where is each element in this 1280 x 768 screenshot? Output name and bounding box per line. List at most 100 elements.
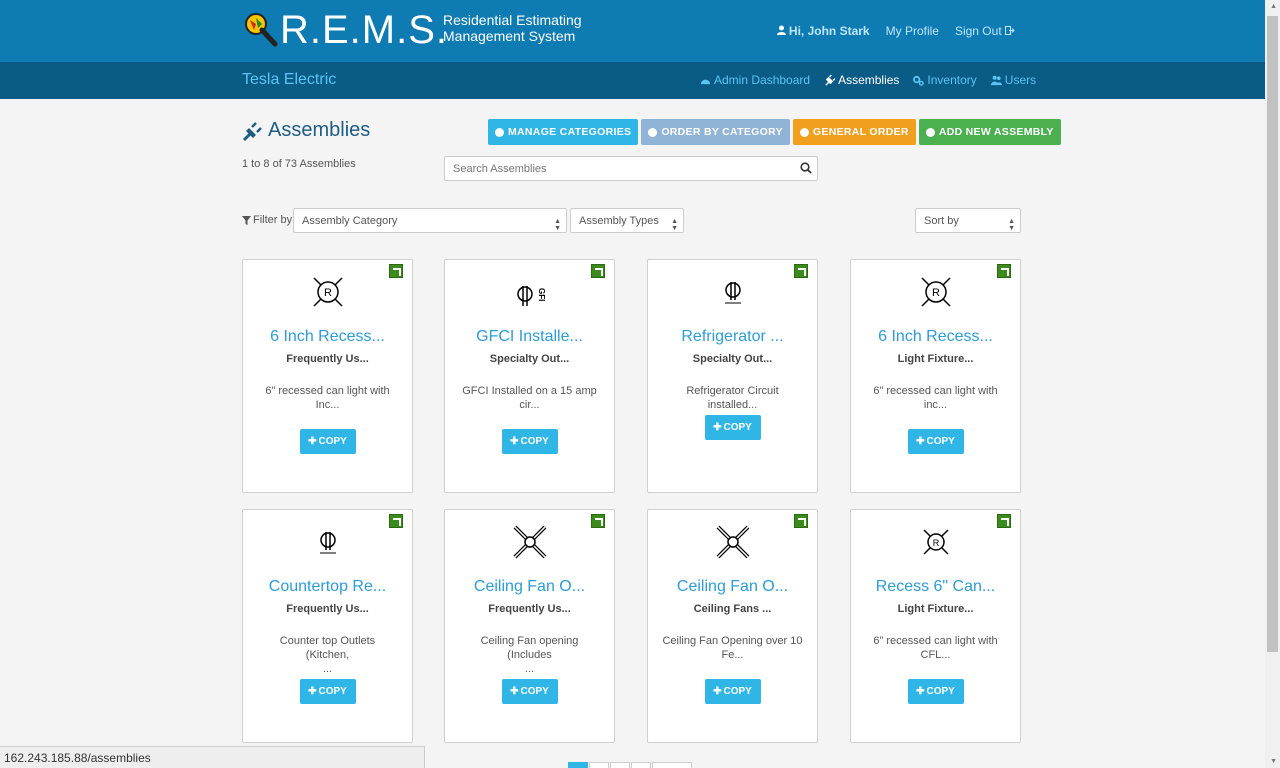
assembly-card[interactable]: Countertop Re... Frequently Us... Counte… bbox=[242, 509, 413, 743]
user-greeting[interactable]: Hi, John Stark bbox=[776, 24, 870, 38]
plus-circle-icon bbox=[925, 127, 935, 137]
svg-text:R: R bbox=[932, 538, 939, 548]
sign-out-label: Sign Out bbox=[954, 24, 1002, 38]
assembly-card[interactable]: R Recess 6" Can... Light Fixture... 6" r… bbox=[850, 509, 1021, 743]
svg-text:R: R bbox=[324, 287, 332, 299]
open-link-icon[interactable] bbox=[997, 514, 1011, 528]
dedicated-outlet-icon bbox=[724, 282, 741, 304]
open-link-icon[interactable] bbox=[997, 264, 1011, 278]
page-title: Assemblies bbox=[268, 119, 371, 141]
button-label: MANAGE CATEGORIES bbox=[508, 126, 632, 138]
manage-categories-button[interactable]: MANAGE CATEGORIES bbox=[488, 119, 639, 145]
copy-button[interactable]: ✚ COPY bbox=[704, 415, 761, 440]
dropdown-caret-icon: ▲ ▼ bbox=[671, 218, 678, 232]
plus-icon: ✚ bbox=[713, 422, 722, 433]
page-button[interactable] bbox=[652, 762, 692, 768]
status-bar-url: 162.243.185.88/assemblies bbox=[0, 746, 425, 768]
desc-line: inc... bbox=[923, 399, 948, 411]
gfci-outlet-icon: GFI bbox=[516, 286, 546, 306]
assembly-card[interactable]: Ceiling Fan O... Ceiling Fans ... Ceilin… bbox=[647, 509, 818, 743]
page-button[interactable] bbox=[631, 762, 651, 768]
card-title[interactable]: Refrigerator ... bbox=[648, 328, 817, 346]
open-link-icon[interactable] bbox=[794, 514, 808, 528]
copy-button[interactable]: ✚ COPY bbox=[907, 679, 964, 704]
copy-button[interactable]: ✚ COPY bbox=[501, 679, 558, 704]
top-header: R.E.M.S. Residential Estimating Manageme… bbox=[0, 0, 1265, 62]
desc-line: Ceiling Fan opening (Includes bbox=[480, 635, 579, 661]
plus-icon: ✚ bbox=[510, 686, 519, 697]
card-title[interactable]: 6 Inch Recess... bbox=[243, 328, 412, 346]
card-description: Ceiling Fan opening (Includes... bbox=[459, 634, 600, 676]
button-label: ORDER BY CATEGORY bbox=[661, 126, 783, 138]
card-description: GFCI Installed on a 15 amp cir... bbox=[459, 384, 600, 412]
card-description: 6" recessed can light with inc... bbox=[865, 384, 1006, 412]
page-button[interactable] bbox=[589, 762, 609, 768]
company-name[interactable]: Tesla Electric bbox=[242, 71, 336, 89]
nav-label: Inventory bbox=[927, 73, 977, 87]
logo-icon bbox=[245, 13, 278, 47]
scroll-thumb[interactable] bbox=[1267, 16, 1278, 652]
select-value: Assembly Category bbox=[302, 215, 398, 227]
assembly-card[interactable]: R 6 Inch Recess... Frequently Us... 6" r… bbox=[242, 259, 413, 493]
card-category: Ceiling Fans ... bbox=[693, 603, 772, 615]
dashboard-icon bbox=[700, 79, 711, 84]
assembly-card[interactable]: Refrigerator ... Specialty Out... Refrig… bbox=[647, 259, 818, 493]
general-order-button[interactable]: GENERAL ORDER bbox=[792, 119, 916, 145]
select-value: Sort by bbox=[924, 215, 959, 227]
card-title[interactable]: Ceiling Fan O... bbox=[445, 578, 614, 596]
nav-label: Assemblies bbox=[838, 73, 900, 87]
copy-button[interactable]: ✚ COPY bbox=[907, 429, 964, 454]
card-category: Frequently Us... bbox=[286, 353, 369, 365]
assembly-card[interactable]: R 6 Inch Recess... Light Fixture... 6" r… bbox=[850, 259, 1021, 493]
open-link-icon[interactable] bbox=[591, 264, 605, 278]
logo-text: R.E.M.S. bbox=[280, 8, 449, 52]
search-input[interactable] bbox=[445, 157, 785, 180]
open-link-icon[interactable] bbox=[389, 264, 403, 278]
nav-users[interactable]: Users bbox=[990, 73, 1037, 87]
order-by-category-button[interactable]: ORDER BY CATEGORY bbox=[641, 119, 790, 145]
app-subtitle: Residential Estimating Management System bbox=[443, 12, 603, 44]
scroll-down-icon[interactable]: ▼ bbox=[1270, 758, 1277, 765]
recessed-light-icon: R bbox=[312, 277, 343, 307]
add-new-assembly-button[interactable]: ADD NEW ASSEMBLY bbox=[918, 119, 1061, 145]
nav-admin-dashboard[interactable]: Admin Dashboard bbox=[700, 73, 810, 87]
sort-select[interactable]: Sort by ▲ ▼ bbox=[915, 208, 1021, 233]
copy-button[interactable]: ✚ COPY bbox=[501, 429, 558, 454]
category-select[interactable]: Assembly Category ▲ ▼ bbox=[293, 208, 567, 233]
page-button[interactable] bbox=[610, 762, 630, 768]
button-label: COPY bbox=[520, 686, 549, 697]
card-title[interactable]: Ceiling Fan O... bbox=[648, 578, 817, 596]
nav-assemblies[interactable]: Assemblies bbox=[824, 73, 899, 87]
desc-line: Inc... bbox=[315, 399, 340, 411]
card-title[interactable]: GFCI Installe... bbox=[445, 328, 614, 346]
vertical-scrollbar[interactable]: ▲ ▼ bbox=[1265, 0, 1280, 768]
card-title[interactable]: Recess 6" Can... bbox=[851, 578, 1020, 596]
scroll-up-icon[interactable]: ▲ bbox=[1270, 3, 1277, 10]
assembly-card[interactable]: GFI GFCI Installe... Specialty Out... GF… bbox=[444, 259, 615, 493]
nav-label: Users bbox=[1004, 73, 1037, 87]
card-description: Counter top Outlets (Kitchen,... bbox=[257, 634, 398, 676]
nav-inventory[interactable]: Inventory bbox=[913, 73, 977, 87]
logo[interactable]: R.E.M.S. bbox=[242, 10, 448, 50]
card-title[interactable]: 6 Inch Recess... bbox=[851, 328, 1020, 346]
search-box bbox=[444, 156, 818, 181]
my-profile-link[interactable]: My Profile bbox=[886, 24, 939, 38]
desc-line: ... bbox=[322, 663, 333, 675]
type-select[interactable]: Assembly Types ▲ ▼ bbox=[570, 208, 684, 233]
desc-line: Ceiling Fan Opening over 10 bbox=[662, 635, 803, 647]
open-link-icon[interactable] bbox=[389, 514, 403, 528]
copy-button[interactable]: ✚ COPY bbox=[299, 429, 356, 454]
copy-button[interactable]: ✚ COPY bbox=[704, 679, 761, 704]
open-link-icon[interactable] bbox=[794, 264, 808, 278]
recessed-light-icon: R bbox=[920, 277, 951, 307]
card-description: 6" recessed can light with Inc... bbox=[257, 384, 398, 412]
copy-button[interactable]: ✚ COPY bbox=[299, 679, 356, 704]
sign-out-link[interactable]: Sign Out bbox=[955, 24, 1015, 38]
page-button[interactable] bbox=[568, 762, 588, 768]
assembly-card[interactable]: Ceiling Fan O... Frequently Us... Ceilin… bbox=[444, 509, 615, 743]
search-icon[interactable] bbox=[800, 162, 812, 174]
open-link-icon[interactable] bbox=[591, 514, 605, 528]
action-buttons: MANAGE CATEGORIES ORDER BY CATEGORY GENE… bbox=[488, 119, 1061, 145]
button-label: COPY bbox=[926, 436, 955, 447]
card-title[interactable]: Countertop Re... bbox=[243, 578, 412, 596]
